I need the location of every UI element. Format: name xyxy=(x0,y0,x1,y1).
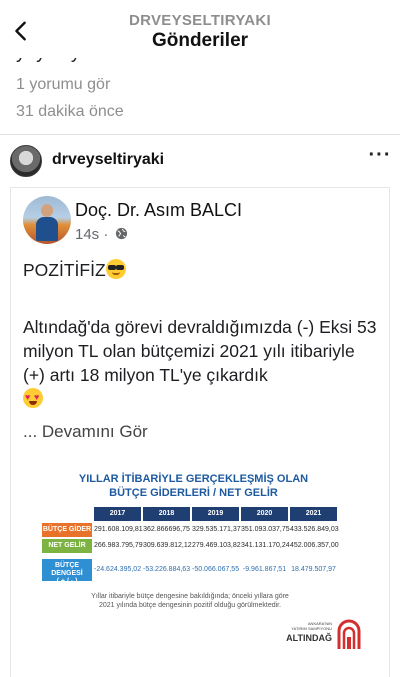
shared-facebook-post: Doç. Dr. Asım BALCI 14s · POZİTİFİZ Altı… xyxy=(10,187,390,677)
avatar[interactable] xyxy=(10,145,42,177)
altindag-logo: ANKARA'NIN YATIRIM SAMPİYONU ALTINDAĞ xyxy=(284,617,364,653)
post-body: Altındağ'da görevi devraldığımızda (-) E… xyxy=(23,315,381,411)
logo-tagline: ANKARA'NIN YATIRIM SAMPİYONU xyxy=(291,621,332,631)
table-cell: -24.624.395,02 xyxy=(94,566,142,573)
table-cell: -9.961.867,51 xyxy=(242,566,287,573)
author-avatar xyxy=(23,196,71,244)
row-label: BÜTÇE DENGESİ( + / - ) xyxy=(42,559,92,585)
post-headline: POZİTİFİZ xyxy=(23,258,381,282)
logo-name: ALTINDAĞ xyxy=(286,633,332,643)
year-cell: 2020 xyxy=(241,507,288,521)
infographic-title-1: YILLAR İTİBARİYLE GERÇEKLEŞMİŞ OLAN xyxy=(78,473,309,485)
table-cell: 18.479.507,97 xyxy=(291,566,336,573)
table-cell: 452.006.357,00 xyxy=(290,542,339,549)
year-cell: 2017 xyxy=(94,507,141,521)
infographic-note: Yıllar itibariyle bütçe dengesine bakıld… xyxy=(91,593,289,609)
timestamp: 31 dakika önce xyxy=(16,103,124,120)
sunglasses-emoji xyxy=(105,259,126,279)
top-bar: DRVEYSELTIRYAKI Gönderiler xyxy=(0,0,400,58)
post-time: 14s xyxy=(75,226,100,243)
logo-mark-icon xyxy=(337,619,361,649)
post-username[interactable]: drveyseltiryaki xyxy=(52,151,164,169)
view-replies-link[interactable]: 1 yorumu gör xyxy=(16,76,110,94)
table-cell: 362.866696,75 xyxy=(143,526,190,533)
table-cell: 351.093.037,75 xyxy=(241,526,290,533)
table-cell: 279.469.103,82 xyxy=(192,542,241,549)
author-name: Doç. Dr. Asım BALCI xyxy=(75,200,243,220)
row-label: BÜTÇE GİDER xyxy=(42,523,92,537)
globe-icon xyxy=(115,227,128,240)
table-cell: 341.131.170,24 xyxy=(241,542,290,549)
table-cell: 309.639.812,12 xyxy=(143,542,192,549)
table-cell: 433.526.849,03 xyxy=(290,526,339,533)
table-cell: 329.535.171,37 xyxy=(192,526,241,533)
table-cell: 291.608.109,81 xyxy=(94,526,143,533)
infographic-title-2: BÜTÇE GİDERLERİ / NET GELİR xyxy=(109,487,278,499)
post-meta: 14s · xyxy=(75,226,128,243)
table-cell: 266.983.795,79 xyxy=(94,542,143,549)
year-cell: 2019 xyxy=(192,507,239,521)
profile-username: DRVEYSELTIRYAKI xyxy=(128,12,272,29)
budget-infographic[interactable]: YILLAR İTİBARİYLE GERÇEKLEŞMİŞ OLAN BÜTÇ… xyxy=(22,454,365,664)
meta-separator: · xyxy=(103,226,109,243)
heart-eyes-emoji: ♥ ♥ xyxy=(23,388,43,408)
year-cell: 2018 xyxy=(143,507,190,521)
divider xyxy=(0,134,400,135)
table-cell: -53.226.884,63 xyxy=(143,566,191,573)
table-cell: -50.066.067,55 xyxy=(192,566,240,573)
page-title: Gönderiler xyxy=(151,30,249,51)
year-cell: 2021 xyxy=(290,507,337,521)
see-more-link[interactable]: ... Devamını Gör xyxy=(23,422,148,442)
row-label: NET GELİR xyxy=(42,539,92,553)
ellipsis-icon[interactable]: ··· xyxy=(368,145,392,169)
